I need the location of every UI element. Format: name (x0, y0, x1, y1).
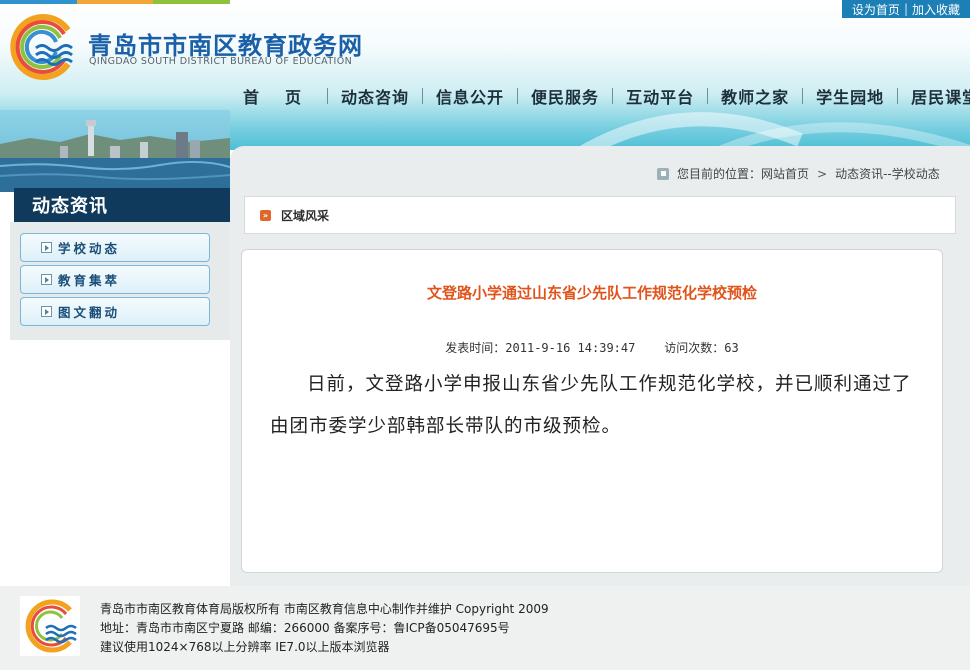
sidebar-title: 动态资讯 (14, 188, 230, 222)
breadcrumb-prefix: 您目前的位置： (677, 167, 762, 181)
city-skyline-image (0, 110, 230, 192)
double-arrow-icon: » (260, 209, 271, 221)
footer-logo-icon (20, 596, 80, 656)
breadcrumb-home-link[interactable]: 网站首页 (761, 165, 809, 182)
top-links-bar: 设为首页 | 加入收藏 (841, 0, 970, 18)
footer-copyright: 青岛市市南区教育体育局版权所有 市南区教育信息中心制作并维护 Copyright… (100, 602, 549, 616)
sidebar-item-school-news[interactable]: 学校动态 (20, 233, 210, 262)
breadcrumb-separator: > (817, 166, 828, 181)
nav-item-news[interactable]: 动态咨询 (328, 84, 422, 108)
sidebar-panel: 学校动态 教育集萃 图文翻动 (10, 222, 230, 340)
set-home-link[interactable]: 设为首页 (848, 1, 904, 18)
location-icon (657, 167, 669, 180)
sidebar-item-label: 图文翻动 (58, 305, 121, 320)
sidebar-item-label: 教育集萃 (58, 273, 121, 288)
arrow-bullet-icon (41, 306, 52, 317)
arrow-bullet-icon (41, 242, 52, 253)
section-title: 区域风采 (281, 208, 330, 223)
decorative-arcs (573, 112, 970, 150)
site-footer: 青岛市市南区教育体育局版权所有 市南区教育信息中心制作并维护 Copyright… (0, 586, 970, 670)
site-subtitle: QINGDAO SOUTH DISTRICT BUREAU OF EDUCATI… (89, 56, 353, 67)
sidebar-item-photo-news[interactable]: 图文翻动 (20, 297, 210, 326)
article-title: 文登路小学通过山东省少先队工作规范化学校预检 (426, 284, 757, 302)
breadcrumb-current[interactable]: 动态资讯--学校动态 (835, 165, 940, 182)
breadcrumb: 您目前的位置： 网站首页 > 动态资讯--学校动态 (657, 165, 940, 182)
footer-text: 青岛市市南区教育体育局版权所有 市南区教育信息中心制作并维护 Copyright… (100, 600, 549, 657)
article-container: 文登路小学通过山东省少先队工作规范化学校预检 发表时间：2011-9-16 14… (241, 249, 943, 573)
nav-item-info-disclosure[interactable]: 信息公开 (423, 84, 517, 108)
footer-address: 地址：青岛市市南区宁夏路 邮编：266000 备案序号：鲁ICP备0504769… (100, 621, 510, 635)
article-meta: 发表时间：2011-9-16 14:39:47 访问次数：63 (445, 341, 739, 355)
footer-browser-hint: 建议使用1024×768以上分辨率 IE7.0以上版本浏览器 (100, 640, 390, 654)
add-favorite-link[interactable]: 加入收藏 (908, 1, 964, 18)
nav-item-home[interactable]: 首页 (230, 84, 327, 108)
sidebar-item-education-highlights[interactable]: 教育集萃 (20, 265, 210, 294)
section-header: » 区域风采 (244, 196, 956, 234)
sidebar-item-label: 学校动态 (58, 241, 121, 256)
arrow-bullet-icon (41, 274, 52, 285)
article-body: 日前，文登路小学申报山东省少先队工作规范化学校，并已顺利通过了由团市委学少部韩部… (270, 374, 912, 437)
top-color-stripes (0, 0, 231, 4)
qingdao-education-logo-icon[interactable] (6, 12, 80, 82)
